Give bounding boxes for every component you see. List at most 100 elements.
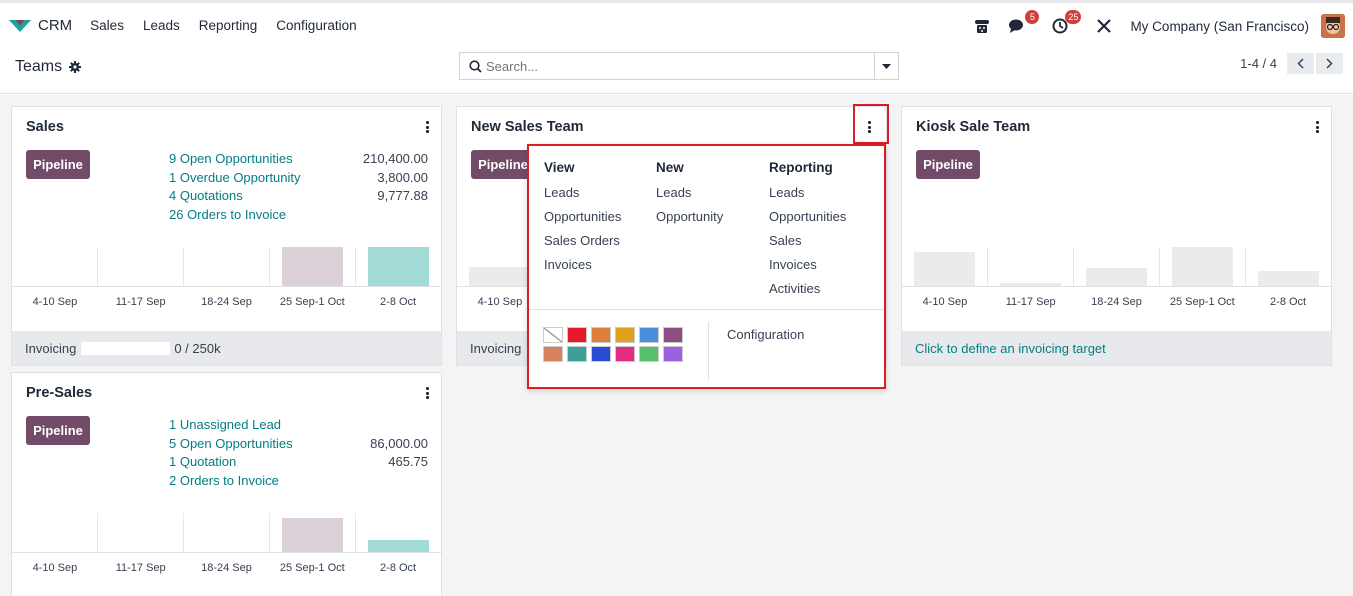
more-options-icon[interactable] xyxy=(1313,119,1321,135)
user-avatar[interactable] xyxy=(1321,14,1345,38)
week-label: 11-17 Sep xyxy=(115,296,166,308)
pager-previous-button[interactable] xyxy=(1287,53,1314,74)
team-title: New Sales Team xyxy=(471,119,584,135)
reporting-sales-item[interactable]: Sales xyxy=(769,234,846,258)
pager-value[interactable]: 1-4 / 4 xyxy=(1240,56,1277,71)
overdue-opportunity-link[interactable]: 1 Overdue Opportunity xyxy=(169,170,301,189)
tools-icon[interactable] xyxy=(1096,18,1112,34)
search-input[interactable] xyxy=(482,54,874,78)
app-name[interactable]: CRM xyxy=(38,17,72,34)
pipeline-button[interactable]: Pipeline xyxy=(26,150,90,179)
view-column: View Leads Opportunities Sales Orders In… xyxy=(544,160,621,282)
messages-icon[interactable]: 5 xyxy=(1008,10,1040,34)
new-leads-item[interactable]: Leads xyxy=(656,186,723,210)
search-options-toggle[interactable] xyxy=(874,53,898,79)
color-swatch[interactable] xyxy=(543,346,563,362)
menu-leads[interactable]: Leads xyxy=(143,18,180,33)
stat-row: 1 Unassigned Lead xyxy=(169,417,428,436)
more-options-icon[interactable] xyxy=(423,119,431,135)
graph-labels: 4-10 Sep 11-17 Sep 18-24 Sep 25 Sep-1 Oct 2-… xyxy=(12,296,441,308)
configuration-item[interactable]: Configuration xyxy=(727,327,804,342)
pipeline-button[interactable]: Pipeline xyxy=(26,416,90,445)
graph-bar xyxy=(1258,271,1319,287)
stat-value: 3,800.00 xyxy=(377,169,428,185)
quotations-link[interactable]: 4 Quotations xyxy=(169,188,243,207)
color-swatch[interactable] xyxy=(663,346,683,362)
view-sales-orders-item[interactable]: Sales Orders xyxy=(544,234,621,258)
invoicing-label: Invoicing xyxy=(25,340,77,356)
color-swatch[interactable] xyxy=(567,327,587,343)
view-invoices-item[interactable]: Invoices xyxy=(544,258,621,282)
graph-bar xyxy=(282,247,343,287)
stat-row: 4 Quotations 9,777.88 xyxy=(169,188,428,207)
team-graph[interactable] xyxy=(12,247,441,287)
quotation-link[interactable]: 1 Quotation xyxy=(169,454,236,473)
color-swatch-none[interactable] xyxy=(543,327,563,343)
team-card-sales[interactable]: Sales Pipeline 9 Open Opportunities 210,4… xyxy=(11,106,442,366)
define-invoicing-target-link[interactable]: Click to define an invoicing target xyxy=(915,341,1106,356)
breadcrumb-teams: Teams xyxy=(15,58,63,75)
week-label: 4-10 Sep xyxy=(922,296,968,308)
week-label: 18-24 Sep xyxy=(201,562,252,574)
menu-reporting[interactable]: Reporting xyxy=(199,18,258,33)
activities-icon[interactable]: 25 xyxy=(1052,10,1082,34)
search-bar xyxy=(459,52,899,80)
team-stats: 9 Open Opportunities 210,400.00 1 Overdue… xyxy=(169,151,428,225)
open-opportunities-link[interactable]: 5 Open Opportunities xyxy=(169,436,293,455)
open-opportunities-link[interactable]: 9 Open Opportunities xyxy=(169,151,293,170)
pipeline-button[interactable]: Pipeline xyxy=(471,150,535,179)
new-opportunity-item[interactable]: Opportunity xyxy=(656,210,723,234)
reporting-activities-item[interactable]: Activities xyxy=(769,282,846,306)
caret-down-icon xyxy=(882,63,891,69)
week-label: 18-24 Sep xyxy=(1091,296,1142,308)
stat-value: 9,777.88 xyxy=(377,188,428,203)
stat-value: 210,400.00 xyxy=(362,151,428,166)
week-label: 18-24 Sep xyxy=(201,296,252,308)
team-graph[interactable] xyxy=(12,513,441,553)
reporting-leads-item[interactable]: Leads xyxy=(769,186,846,210)
color-swatch[interactable] xyxy=(663,327,683,343)
crm-logo-icon[interactable] xyxy=(8,18,32,34)
color-swatch[interactable] xyxy=(591,327,611,343)
stat-row: 2 Orders to Invoice xyxy=(169,473,428,492)
invoicing-label: Invoicing xyxy=(470,340,522,356)
invoicing-progress-bar[interactable] xyxy=(81,341,171,355)
stat-value: 86,000.00 xyxy=(370,435,428,451)
phone-icon[interactable] xyxy=(974,18,990,34)
graph-bar xyxy=(914,252,975,287)
page-title: Teams xyxy=(15,58,82,76)
color-swatch[interactable] xyxy=(615,346,635,362)
reporting-invoices-item[interactable]: Invoices xyxy=(769,258,846,282)
menu-configuration[interactable]: Configuration xyxy=(276,18,356,33)
week-label: 25 Sep-1 Oct xyxy=(1169,296,1235,308)
color-swatch[interactable] xyxy=(639,346,659,362)
team-card-pre-sales[interactable]: Pre-Sales Pipeline 1 Unassigned Lead 5 O… xyxy=(11,372,442,596)
orders-to-invoice-link[interactable]: 2 Orders to Invoice xyxy=(169,473,279,492)
team-card-kiosk-sale-team[interactable]: Kiosk Sale Team Pipeline 4-10 Sep 11-17 S… xyxy=(901,106,1332,366)
color-picker xyxy=(543,327,685,362)
pager-next-button[interactable] xyxy=(1316,53,1343,74)
reporting-opportunities-item[interactable]: Opportunities xyxy=(769,210,846,234)
stat-row: 9 Open Opportunities 210,400.00 xyxy=(169,151,428,170)
view-opportunities-item[interactable]: Opportunities xyxy=(544,210,621,234)
color-swatch[interactable] xyxy=(567,346,587,362)
more-options-icon[interactable] xyxy=(423,385,431,401)
team-graph[interactable] xyxy=(902,247,1331,287)
graph-labels: 4-10 Sep 11-17 Sep 18-24 Sep 25 Sep-1 Oct 2-… xyxy=(12,562,441,574)
view-leads-item[interactable]: Leads xyxy=(544,186,621,210)
control-panel: Teams 1-4 / 4 xyxy=(0,48,1353,94)
gear-icon[interactable] xyxy=(69,61,82,73)
team-title: Sales xyxy=(26,119,64,135)
unassigned-lead-link[interactable]: 1 Unassigned Lead xyxy=(169,417,281,436)
pipeline-button[interactable]: Pipeline xyxy=(916,150,980,179)
color-swatch[interactable] xyxy=(591,346,611,362)
menu-sales[interactable]: Sales xyxy=(90,18,124,33)
dropdown-divider xyxy=(529,309,884,310)
reporting-column: Reporting Leads Opportunities Sales Invo… xyxy=(769,160,846,306)
company-switcher[interactable]: My Company (San Francisco) xyxy=(1130,19,1309,34)
orders-to-invoice-link[interactable]: 26 Orders to Invoice xyxy=(169,207,286,226)
graph-bar xyxy=(282,518,343,553)
graph-bar xyxy=(1086,268,1147,287)
color-swatch[interactable] xyxy=(615,327,635,343)
color-swatch[interactable] xyxy=(639,327,659,343)
